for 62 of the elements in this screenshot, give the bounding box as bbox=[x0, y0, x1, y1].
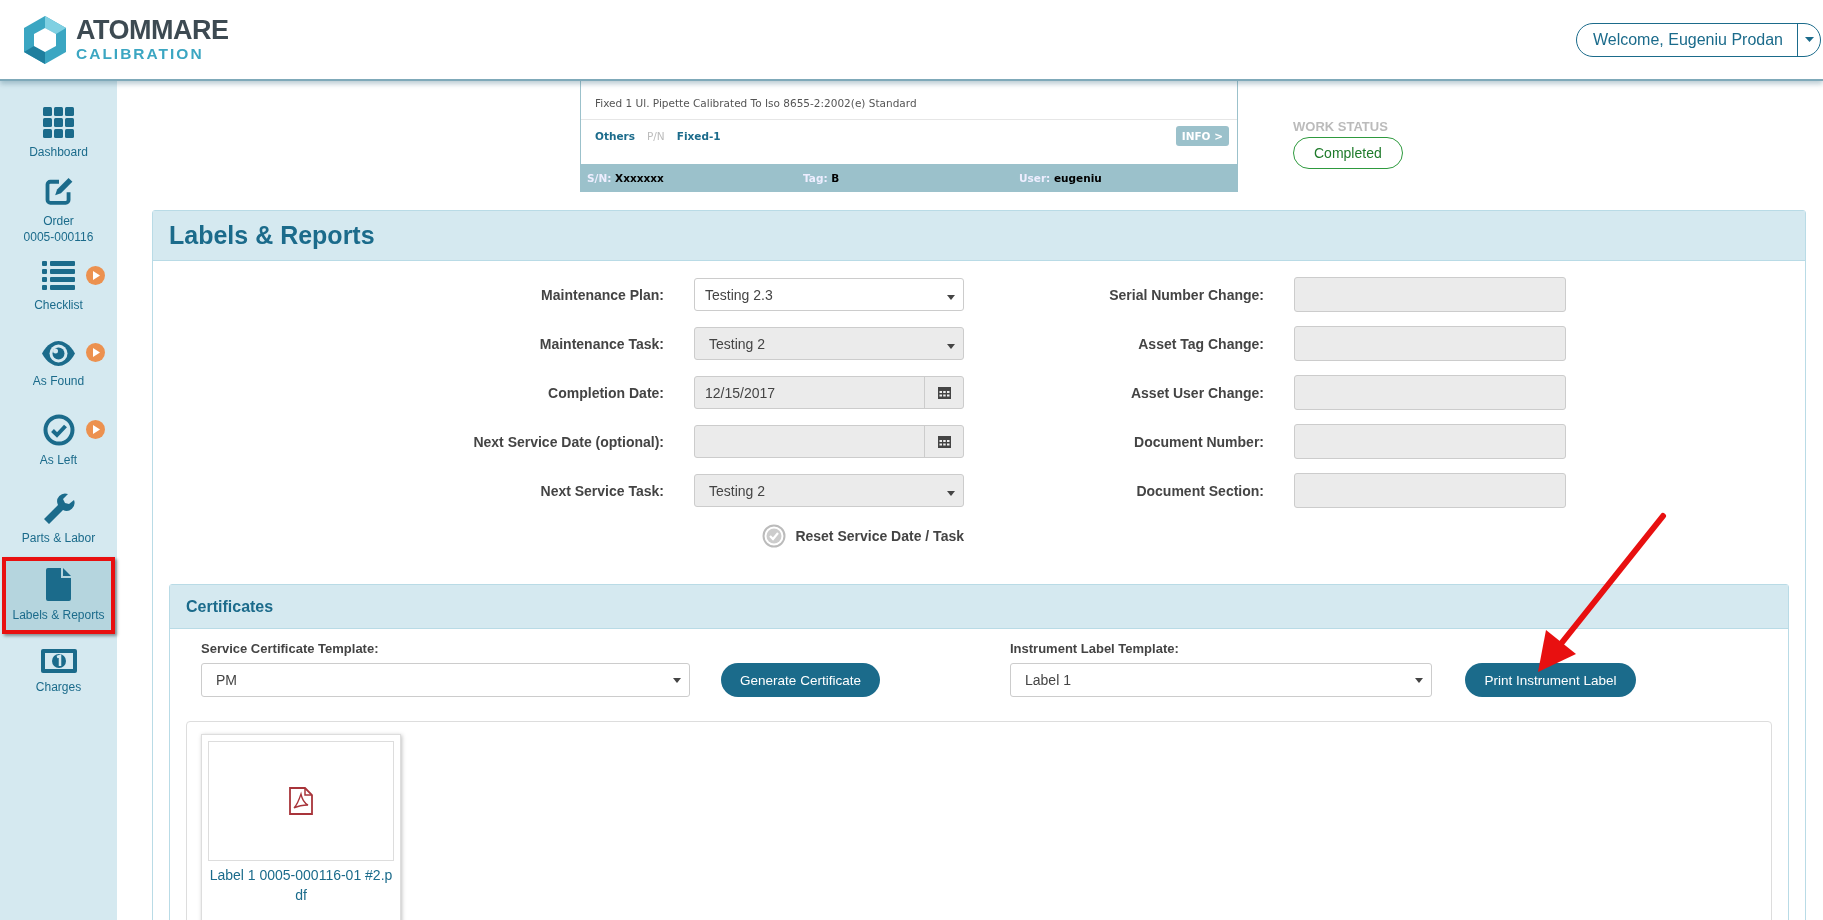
generate-certificate-button[interactable]: Generate Certificate bbox=[721, 663, 880, 697]
check-circle-icon bbox=[42, 414, 75, 447]
work-status-label: WORK STATUS bbox=[1293, 119, 1388, 134]
field-label: Asset User Change: bbox=[1129, 384, 1264, 401]
user-menu-button[interactable]: Welcome, Eugeniu Prodan bbox=[1575, 22, 1821, 57]
sidebar-item[interactable]: Order 0005-000116 bbox=[2, 172, 115, 249]
sidebar-item[interactable]: Labels & Reports bbox=[2, 557, 115, 634]
select-field[interactable]: Testing 2.3 bbox=[694, 278, 964, 311]
field-label: User: bbox=[1019, 171, 1051, 184]
print-label-button[interactable]: Print Instrument Label bbox=[1465, 663, 1636, 697]
part-number-value: Fixed-1 bbox=[676, 130, 721, 142]
field-label: Maintenance Task: bbox=[538, 335, 664, 352]
banknote-icon bbox=[40, 649, 77, 674]
file-name: Label 1 0005-000116-01 #2.pdf bbox=[208, 866, 394, 906]
check-circle-icon bbox=[762, 524, 787, 548]
caret-icon bbox=[673, 677, 681, 683]
field-label: Maintenance Plan: bbox=[540, 286, 664, 303]
field-label: Instrument Label Template: bbox=[1010, 641, 1180, 656]
sidebar-item[interactable]: Dashboard bbox=[2, 95, 115, 172]
field-label: Service Certificate Template: bbox=[201, 641, 380, 656]
sidebar-item[interactable]: Checklist bbox=[2, 249, 115, 326]
pdf-file-icon bbox=[289, 787, 313, 815]
field-label: Asset Tag Change: bbox=[1137, 335, 1264, 352]
caret-icon bbox=[1415, 677, 1423, 683]
field-label: Document Section: bbox=[1135, 482, 1264, 499]
section-title: Certificates bbox=[186, 597, 274, 616]
select-field[interactable]: PM bbox=[201, 663, 690, 697]
sidebar-item[interactable]: Charges bbox=[2, 634, 115, 711]
eye-icon bbox=[41, 339, 76, 367]
instrument-description: Fixed 1 Ul. Pipette Calibrated To Iso 8655-2:2002(e) Standard bbox=[581, 81, 1237, 120]
sidebar-item[interactable]: As Found bbox=[2, 326, 115, 403]
caret-icon bbox=[1804, 37, 1814, 42]
part-number-label: P/N bbox=[647, 130, 665, 142]
sidebar-item[interactable]: As Left bbox=[2, 403, 115, 480]
grid-icon bbox=[43, 106, 74, 138]
sidebar-item[interactable]: Parts & Labor bbox=[2, 480, 115, 557]
file-icon bbox=[46, 567, 71, 601]
calendar-icon bbox=[937, 435, 951, 448]
logo-name: ATOMMARE bbox=[76, 17, 229, 45]
field-label: Next Service Task: bbox=[539, 482, 664, 499]
field-label: S/N: bbox=[587, 171, 612, 184]
caret-icon bbox=[947, 343, 955, 349]
field-label: Document Number: bbox=[1133, 433, 1264, 450]
caret-icon bbox=[947, 490, 955, 496]
field-label: Next Service Date (optional): bbox=[472, 433, 664, 450]
field-label: Completion Date: bbox=[547, 384, 664, 401]
field-value: B bbox=[831, 171, 840, 184]
logo-subtitle: CALIBRATION bbox=[76, 46, 205, 62]
wrench-icon bbox=[42, 490, 75, 524]
caret-icon bbox=[947, 294, 955, 300]
panel-title: Labels & Reports bbox=[169, 221, 375, 250]
field-label: Serial Number Change: bbox=[1108, 286, 1264, 303]
hexagon-logo-icon bbox=[22, 14, 68, 65]
calendar-icon bbox=[937, 386, 951, 399]
field-value: eugeniu bbox=[1053, 171, 1102, 184]
category-text: Others bbox=[595, 130, 635, 142]
file-card[interactable]: Label 1 0005-000116-01 #2.pdf bbox=[201, 734, 401, 920]
list-icon bbox=[42, 261, 75, 292]
field-label: Tag: bbox=[803, 171, 828, 184]
field-value: Xxxxxxx bbox=[615, 171, 664, 184]
select-field[interactable]: Label 1 bbox=[1010, 663, 1432, 697]
reset-link[interactable]: Reset Service Date / Task bbox=[762, 524, 964, 548]
